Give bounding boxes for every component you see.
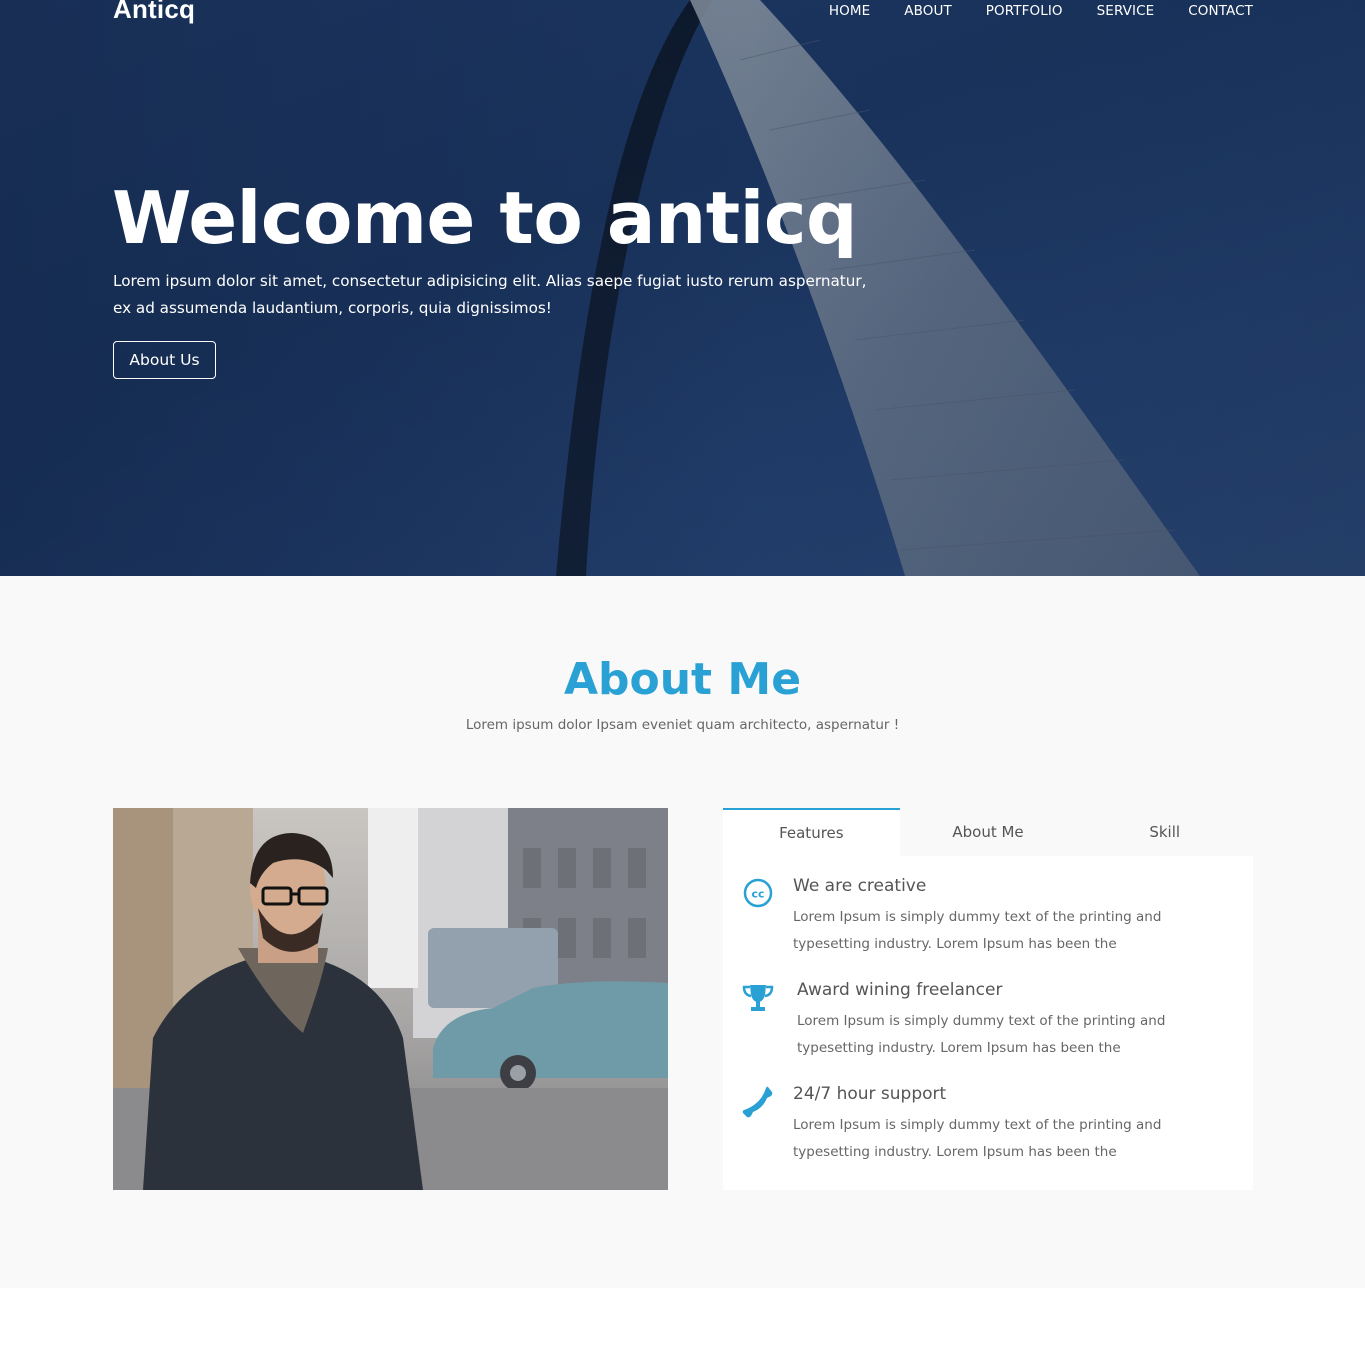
nav-service[interactable]: SERVICE bbox=[1097, 3, 1155, 19]
section-subtitle: Lorem ipsum dolor Ipsam eveniet quam arc… bbox=[465, 717, 900, 733]
hero-text: Lorem ipsum dolor sit amet, consectetur … bbox=[113, 272, 867, 317]
section-title: About Me bbox=[563, 654, 802, 705]
trophy-icon bbox=[742, 985, 774, 1011]
tab-panel: cc We are creative Lorem Ipsum is simply… bbox=[723, 856, 1253, 1190]
profile-photo bbox=[113, 808, 668, 1190]
feature-text: Lorem Ipsum is simply dummy text of the … bbox=[793, 909, 1162, 952]
about-section: About Me Lorem ipsum dolor Ipsam eveniet… bbox=[0, 576, 1365, 1288]
main-nav: HOME ABOUT PORTFOLIO SERVICE CONTACT bbox=[829, 3, 1253, 19]
feature-text: Lorem Ipsum is simply dummy text of the … bbox=[793, 1117, 1162, 1160]
about-us-button[interactable]: About Us bbox=[113, 341, 216, 379]
nav-home[interactable]: HOME bbox=[829, 3, 870, 19]
nav-contact[interactable]: CONTACT bbox=[1188, 3, 1253, 19]
phone-icon bbox=[742, 1086, 773, 1118]
svg-text:cc: cc bbox=[751, 888, 764, 901]
nav-about[interactable]: ABOUT bbox=[904, 3, 952, 19]
feature-title: Award wining freelancer bbox=[797, 980, 1003, 1000]
hero-title: Welcome to anticq bbox=[112, 176, 858, 260]
tab-about-me[interactable]: About Me bbox=[900, 808, 1077, 856]
brand-logo[interactable]: Anticq bbox=[113, 0, 195, 25]
feature-text: Lorem Ipsum is simply dummy text of the … bbox=[797, 1013, 1166, 1056]
page-footer-spacer bbox=[0, 1288, 1365, 1365]
feature-title: 24/7 hour support bbox=[793, 1084, 947, 1104]
hero-section: Anticq HOME ABOUT PORTFOLIO SERVICE CONT… bbox=[0, 0, 1365, 576]
creative-commons-icon: cc bbox=[743, 878, 773, 908]
nav-portfolio[interactable]: PORTFOLIO bbox=[986, 3, 1063, 19]
feature-tabs: Features About Me Skill bbox=[723, 808, 1253, 856]
feature-title: We are creative bbox=[793, 876, 927, 896]
tab-skill[interactable]: Skill bbox=[1076, 808, 1253, 856]
tab-features[interactable]: Features bbox=[723, 808, 900, 856]
